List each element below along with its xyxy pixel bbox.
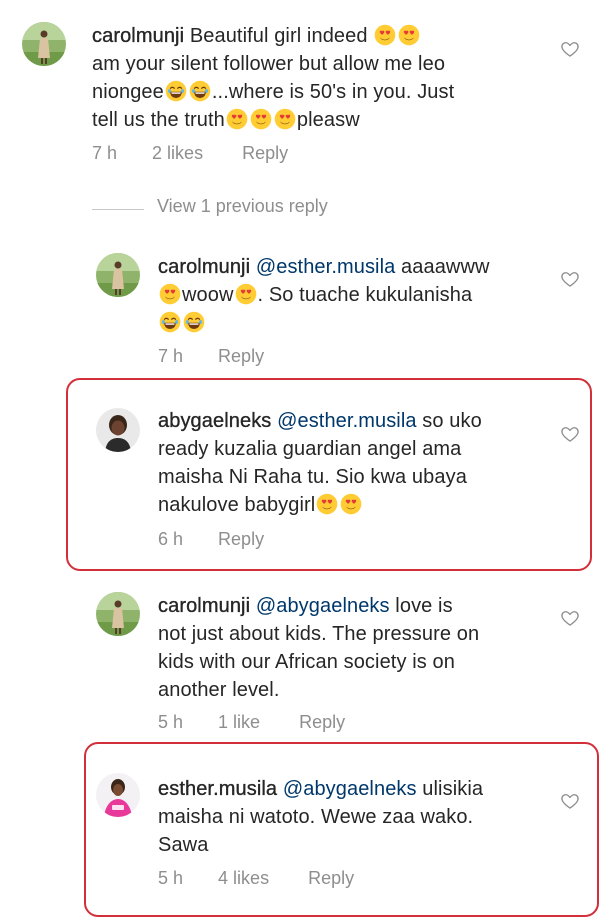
avatar[interactable] xyxy=(96,408,140,452)
mention-link[interactable]: @esther.musila xyxy=(256,256,396,278)
heart-eyes-emoji xyxy=(340,493,362,515)
avatar[interactable] xyxy=(96,253,140,297)
heart-outline-icon[interactable] xyxy=(560,39,580,59)
heart-outline-icon[interactable] xyxy=(560,269,580,289)
likes-count[interactable]: 4 likes xyxy=(218,868,269,889)
likes-count[interactable]: 1 like xyxy=(218,712,260,733)
timestamp: 5 h xyxy=(158,868,184,888)
reply-button[interactable]: Reply xyxy=(218,346,264,367)
comment-text: abygaelneks @esther.musila so uko ready … xyxy=(158,410,482,516)
comment-meta: 6 h Reply xyxy=(158,529,264,550)
reply-button[interactable]: Reply xyxy=(242,143,288,164)
comment-meta: 5 h 1 like Reply xyxy=(158,712,345,733)
comment-text: esther.musila @abygaelneks ulisikia mais… xyxy=(158,778,484,856)
username[interactable]: carolmunji xyxy=(158,595,250,617)
comment-text: carolmunji @esther.musila aaaawww woow. … xyxy=(158,253,548,337)
username[interactable]: abygaelneks xyxy=(158,410,272,432)
avatar[interactable] xyxy=(96,592,140,636)
timestamp: 5 h xyxy=(158,712,184,732)
heart-eyes-emoji xyxy=(226,108,248,130)
divider xyxy=(92,209,144,210)
comment-meta: 7 h 2 likes Reply xyxy=(92,143,288,164)
reply-button[interactable]: Reply xyxy=(308,868,354,889)
comment-text: carolmunji @abygaelneks love is not just… xyxy=(158,595,480,701)
laughing-emoji xyxy=(183,311,205,333)
timestamp: 7 h xyxy=(92,143,118,163)
avatar[interactable] xyxy=(96,773,140,817)
mention-link[interactable]: @esther.musila xyxy=(277,410,417,432)
likes-count[interactable]: 2 likes xyxy=(152,143,203,164)
mention-link[interactable]: @abygaelneks xyxy=(283,778,417,800)
heart-eyes-emoji xyxy=(316,493,338,515)
avatar[interactable] xyxy=(22,22,66,66)
laughing-emoji xyxy=(165,80,187,102)
heart-eyes-emoji xyxy=(374,24,396,46)
heart-eyes-emoji xyxy=(398,24,420,46)
reply-button[interactable]: Reply xyxy=(218,529,264,550)
comment-text: carolmunji Beautiful girl indeed am your… xyxy=(92,24,455,131)
username[interactable]: carolmunji xyxy=(158,256,250,278)
comment-meta: 7 h Reply xyxy=(158,346,264,367)
laughing-emoji xyxy=(189,80,211,102)
comment-meta: 5 h 4 likes Reply xyxy=(158,868,354,889)
timestamp: 6 h xyxy=(158,529,184,549)
heart-outline-icon[interactable] xyxy=(560,791,580,811)
mention-link[interactable]: @abygaelneks xyxy=(256,595,390,617)
laughing-emoji xyxy=(159,311,181,333)
heart-outline-icon[interactable] xyxy=(560,424,580,444)
username[interactable]: esther.musila xyxy=(158,778,277,800)
timestamp: 7 h xyxy=(158,346,184,366)
heart-outline-icon[interactable] xyxy=(560,608,580,628)
reply-button[interactable]: Reply xyxy=(299,712,345,733)
heart-eyes-emoji xyxy=(274,108,296,130)
heart-eyes-emoji xyxy=(159,283,181,305)
heart-eyes-emoji xyxy=(235,283,257,305)
heart-eyes-emoji xyxy=(250,108,272,130)
username[interactable]: carolmunji xyxy=(92,25,184,47)
